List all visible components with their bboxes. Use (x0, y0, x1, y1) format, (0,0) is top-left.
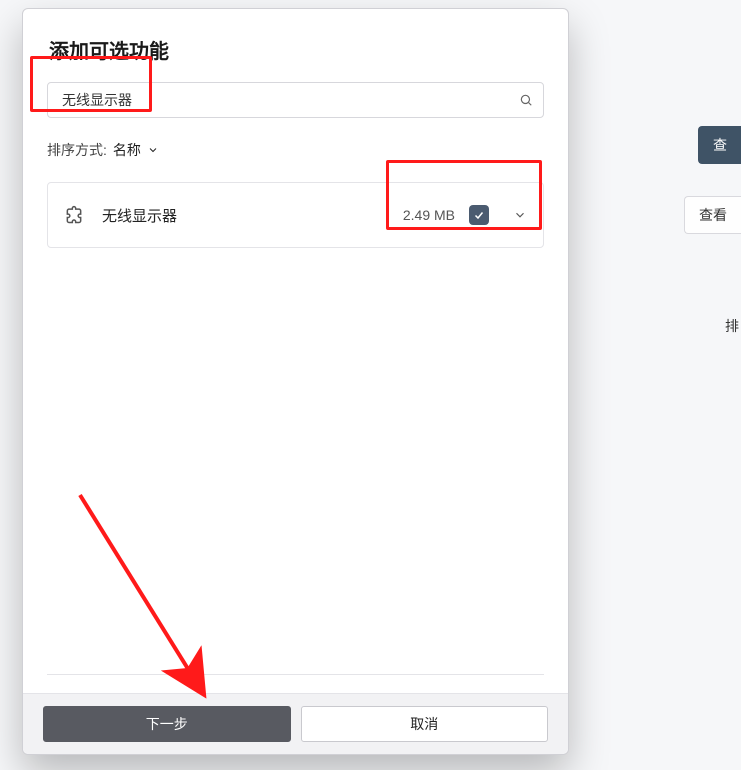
feature-item[interactable]: 无线显示器 2.49 MB (47, 182, 544, 248)
background-right-panel: 查 查看 排 (581, 0, 741, 770)
feature-checkbox[interactable] (469, 205, 489, 225)
dialog-title: 添加可选功能 (49, 35, 544, 64)
cancel-button-label: 取消 (410, 714, 438, 734)
bg-sort-label: 排 (725, 316, 739, 336)
cancel-button[interactable]: 取消 (301, 706, 549, 742)
bg-secondary-button[interactable]: 查看 (684, 196, 741, 234)
search-icon (519, 93, 533, 107)
check-icon (473, 209, 485, 221)
body-divider (47, 674, 544, 675)
feature-size: 2.49 MB (403, 207, 455, 223)
sort-row: 排序方式: 名称 (47, 140, 544, 160)
sort-label: 排序方式: (47, 140, 107, 160)
chevron-down-icon (147, 144, 159, 156)
dialog-footer: 下一步 取消 (23, 693, 568, 754)
search-input-wrap[interactable] (47, 82, 544, 118)
next-button-label: 下一步 (146, 714, 188, 734)
add-optional-feature-dialog: 添加可选功能 排序方式: 名称 无线显示器 2.49 MB (22, 8, 569, 755)
bg-secondary-button-label: 查看 (699, 205, 727, 225)
sort-dropdown[interactable]: 名称 (113, 140, 159, 160)
search-input[interactable] (60, 91, 507, 109)
chevron-down-icon[interactable] (513, 208, 527, 222)
puzzle-icon (64, 205, 84, 225)
bg-primary-button[interactable]: 查 (698, 126, 741, 164)
dialog-body: 添加可选功能 排序方式: 名称 无线显示器 2.49 MB (23, 9, 568, 693)
bg-primary-button-label: 查 (713, 135, 727, 155)
sort-value: 名称 (113, 140, 141, 160)
feature-name: 无线显示器 (102, 205, 403, 226)
next-button[interactable]: 下一步 (43, 706, 291, 742)
feature-list: 无线显示器 2.49 MB (47, 182, 544, 248)
